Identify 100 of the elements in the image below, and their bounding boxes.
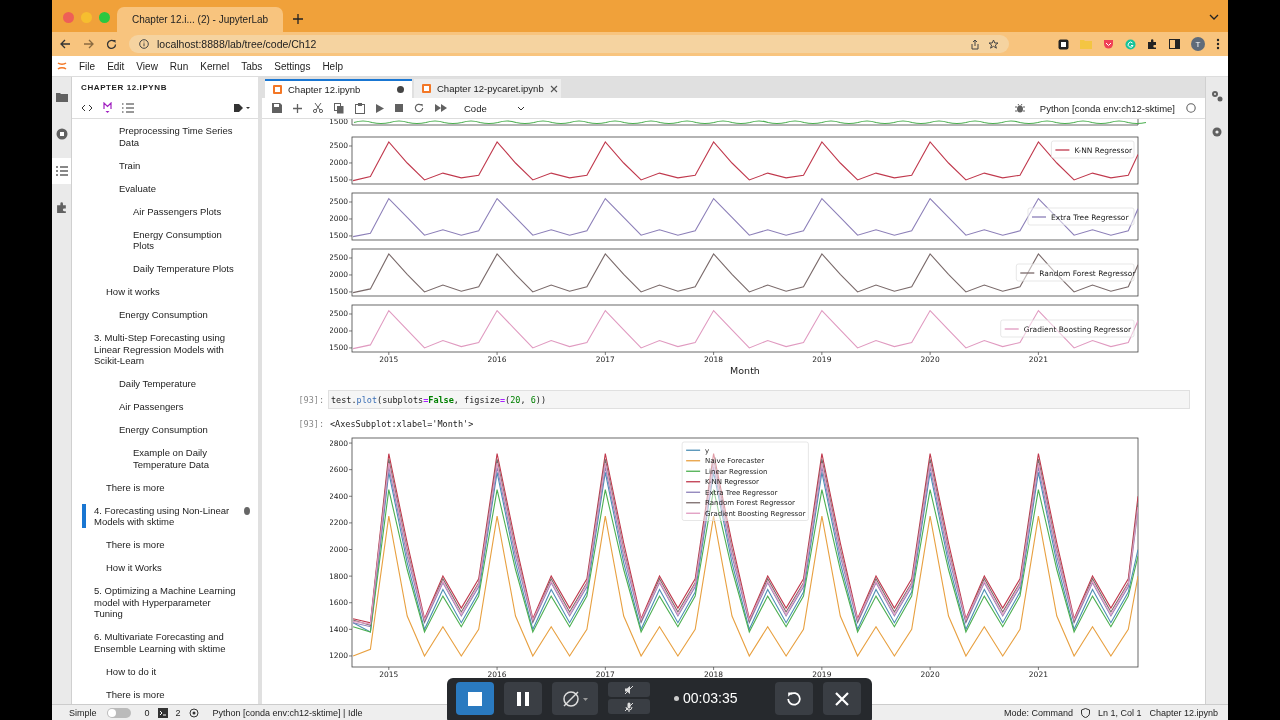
toc-item[interactable]: 4. Forecasting using Non-Linear Models with sktime: [72, 498, 258, 533]
toc-item[interactable]: There is more: [72, 475, 258, 499]
document-tab[interactable]: Chapter 12.ipynb: [265, 79, 412, 98]
paste-icon[interactable]: [355, 102, 365, 114]
close-icon[interactable]: [549, 84, 558, 93]
toc-item[interactable]: 3. Multi-Step Forecasting using Linear Regression Models with Scikit-Learn: [72, 326, 258, 372]
puzzle-icon[interactable]: [1147, 38, 1158, 50]
toc-item[interactable]: 5. Optimizing a Machine Learning model with Hyperparameter Tuning: [72, 579, 258, 625]
toc-item[interactable]: How it works: [72, 280, 258, 303]
menu-item[interactable]: Edit: [107, 60, 125, 72]
bug-icon[interactable]: [1014, 103, 1025, 113]
toc-item[interactable]: 6. Multivariate Forecasting and Ensemble Learning with sktime: [72, 625, 258, 660]
toc-item[interactable]: Daily Temperature Plots: [72, 257, 258, 280]
axis-label: Month: [730, 365, 760, 376]
toc-item[interactable]: Train: [72, 153, 258, 177]
toc-item[interactable]: Energy Consumption: [72, 303, 258, 326]
address-field[interactable]: localhost:8888/lab/tree/code/Ch12: [129, 35, 1009, 53]
terminal-icon: [157, 707, 168, 718]
back-arrow-icon[interactable]: [60, 39, 71, 49]
kernel-count: 2: [175, 707, 181, 718]
numbered-list-icon[interactable]: [122, 102, 134, 113]
markdown-icon[interactable]: [103, 102, 112, 113]
output-prompt: [93]:: [297, 419, 325, 429]
toc-item[interactable]: Evaluate: [72, 176, 258, 200]
run-icon[interactable]: [376, 103, 384, 113]
gears-icon[interactable]: [1211, 90, 1223, 102]
restart-button[interactable]: [775, 682, 813, 715]
close-icon: [835, 691, 849, 706]
share-icon[interactable]: [970, 38, 980, 50]
stop-recording-button[interactable]: [456, 682, 494, 715]
mode-status: Mode: Command: [1003, 707, 1073, 718]
microphone-off-icon: [624, 701, 634, 712]
terminal-count: 0: [144, 707, 150, 718]
speaker-off-icon: [624, 684, 634, 695]
forward-arrow-icon[interactable]: [83, 39, 94, 49]
menu-item[interactable]: View: [136, 60, 158, 72]
input-prompt: [93]:: [297, 394, 325, 405]
cut-icon[interactable]: [313, 103, 323, 113]
toc-item[interactable]: Preprocessing Time Series Data: [72, 119, 258, 154]
pocket-icon[interactable]: [1103, 38, 1114, 50]
code-icon[interactable]: [81, 103, 93, 112]
toc-item[interactable]: Daily Temperature: [72, 372, 258, 395]
menu-item[interactable]: Help: [322, 60, 343, 72]
sidebar-tab[interactable]: [52, 158, 71, 184]
browser-tab[interactable]: Chapter 12.i... (2) - JupyterLab: [117, 7, 283, 32]
toc-item[interactable]: How to do it: [72, 659, 258, 683]
file-name: Chapter 12.ipynb: [1149, 707, 1218, 718]
kernel-idle-icon: [1186, 103, 1196, 113]
copy-icon[interactable]: [334, 102, 344, 114]
cursor-position[interactable]: Ln 1, Col 1: [1097, 707, 1142, 718]
caret-icon: [516, 105, 525, 111]
speaker-mute-button[interactable]: [608, 682, 650, 697]
plus-icon[interactable]: [293, 103, 302, 113]
stop-circle-icon: [55, 128, 68, 140]
toc-item[interactable]: Energy Consumption: [72, 418, 258, 441]
tag-icon[interactable]: [234, 102, 250, 113]
code-cell[interactable]: test.plot(subplots=False, figsize=(20, 6)): [328, 390, 1190, 409]
menu-item[interactable]: Settings: [274, 60, 311, 72]
sidebar-icon[interactable]: [1169, 39, 1180, 49]
toc-item[interactable]: Air Passengers: [72, 395, 258, 418]
toc-item[interactable]: Air Passengers Plots: [72, 199, 258, 223]
more-icon[interactable]: [1216, 38, 1220, 50]
gear-icon: [188, 707, 199, 718]
star-icon[interactable]: [988, 38, 999, 50]
reload-icon[interactable]: [106, 38, 117, 50]
stop-icon: [468, 691, 482, 706]
kernel-name[interactable]: Python [conda env:ch12-sktime]: [1039, 102, 1175, 114]
document-tab[interactable]: Chapter 12-pycaret.ipynb: [414, 79, 561, 98]
toc-item[interactable]: There is more: [72, 682, 258, 704]
restart-icon: [786, 690, 802, 707]
restart-icon[interactable]: [414, 103, 424, 113]
toggle-switch[interactable]: [106, 707, 131, 718]
list-icon: [55, 166, 68, 176]
tab-label: Chapter 12-pycaret.ipynb: [437, 83, 544, 94]
menu-item[interactable]: Tabs: [241, 60, 263, 72]
pause-button[interactable]: [504, 682, 542, 715]
shield-icon: [1080, 707, 1090, 718]
menu-item[interactable]: Kernel: [200, 60, 230, 72]
profile-avatar[interactable]: T: [1191, 37, 1205, 51]
new-tab-icon[interactable]: [293, 14, 303, 24]
notebook-icon: [273, 85, 282, 94]
toc-item[interactable]: How it Works: [72, 556, 258, 579]
menu-item[interactable]: Run: [169, 60, 189, 72]
toc-item[interactable]: There is more: [72, 533, 258, 556]
fast-forward-icon[interactable]: [435, 104, 447, 112]
kernel-status[interactable]: Python [conda env:ch12-sktime] | Idle: [212, 707, 363, 718]
camera-off-icon: [562, 689, 588, 708]
tab-label: Chapter 12.ipynb: [288, 84, 362, 95]
microphone-mute-button[interactable]: [608, 699, 650, 714]
jupyter-logo-icon: [57, 59, 67, 73]
close-button[interactable]: [823, 682, 861, 715]
toc-item[interactable]: Example on Daily Temperature Data: [72, 441, 258, 476]
cell-type-dropdown[interactable]: Code: [464, 102, 525, 114]
camera-button[interactable]: [552, 682, 598, 715]
tab-title: Chapter 12.i... (2) - JupyterLab: [132, 14, 269, 25]
toc-item[interactable]: Energy Consumption Plots: [72, 222, 258, 257]
menu-item[interactable]: File: [79, 60, 96, 72]
gear-icon[interactable]: [1211, 126, 1223, 138]
save-icon[interactable]: [272, 103, 282, 113]
chevron-down-icon[interactable]: [1209, 14, 1219, 20]
